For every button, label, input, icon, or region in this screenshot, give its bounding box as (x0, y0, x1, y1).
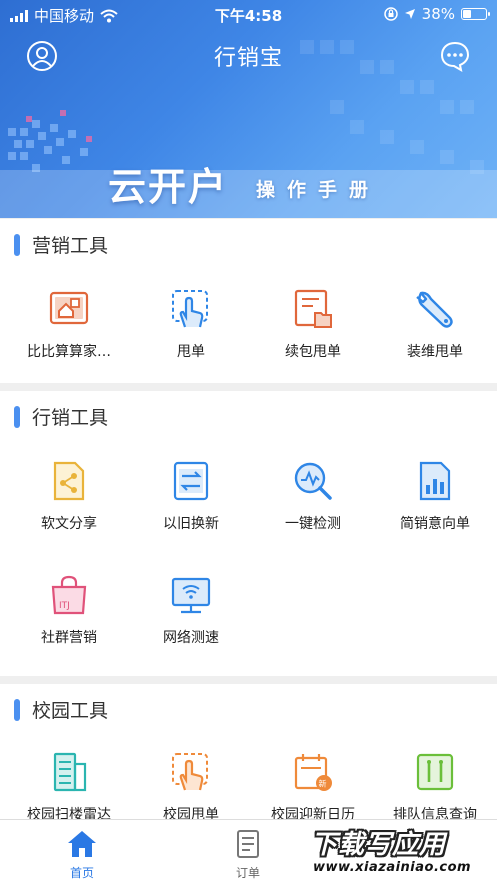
exchange-icon (173, 461, 209, 501)
tool-label: 软文分享 (41, 516, 97, 532)
tool-label: 一键检测 (285, 516, 341, 532)
banner-title: 云开户 (108, 165, 229, 209)
section-marketing-tools: 营销工具 比比算算家… 甩单 续包甩单 装维甩单 (0, 219, 497, 383)
section-accent-bar (14, 405, 20, 428)
magnifier-pulse-icon (294, 462, 332, 500)
tool-item-saolou[interactable]: 校园扫楼雷达 (7, 750, 131, 824)
watermark: 下载写应用 www.xiazainiao.com (303, 822, 493, 880)
rotation-lock-icon (383, 7, 398, 21)
wrench-icon (416, 291, 453, 328)
tool-item-jiance[interactable]: 一键检测 (251, 459, 375, 533)
status-bar: 中国移动 下午4:58 38% (0, 0, 497, 28)
message-icon[interactable] (439, 40, 471, 72)
tool-item-yijiu[interactable]: 以旧换新 (129, 459, 253, 533)
tool-label: 简销意向单 (400, 516, 470, 532)
tab-label: 首页 (69, 866, 94, 880)
tab-orders[interactable]: 订单 (188, 828, 308, 881)
page-title: 行销宝 (213, 46, 283, 71)
monitor-wifi-icon (171, 577, 211, 614)
section-sales-tools: 行销工具 软文分享 以旧换新 一键检测 简销意向单 ITJ 社群营销 网络测速 (0, 391, 497, 676)
calendar-new-icon: 新 (294, 754, 332, 791)
battery-percent: 38% (421, 5, 455, 23)
tool-item-bibi[interactable]: 比比算算家… (7, 287, 131, 361)
section-accent-bar (14, 698, 20, 721)
tool-item-zhuangwei[interactable]: 装维甩单 (373, 287, 497, 361)
tool-item-jianxiao[interactable]: 简销意向单 (373, 459, 497, 533)
tool-label: 社群营销 (41, 630, 97, 646)
tool-item-xiaoyuan-shuaidan[interactable]: 校园甩单 (129, 750, 253, 824)
document-folder-icon (294, 289, 332, 328)
section-header: 校园工具 (14, 696, 108, 723)
status-right: 38% (383, 5, 490, 23)
tab-label: 订单 (235, 866, 260, 880)
building-icon (53, 752, 87, 792)
tool-label: 续包甩单 (285, 344, 341, 360)
banner-subtitle: 操作手册 (256, 179, 381, 201)
battery-fill (463, 10, 471, 18)
share-doc-icon (53, 461, 85, 501)
battery-icon (461, 8, 490, 20)
svg-text:新: 新 (319, 779, 327, 789)
tab-home[interactable]: 首页 (22, 828, 142, 881)
tool-item-yingxin[interactable]: 新 校园迎新日历 (251, 750, 375, 824)
section-campus-tools: 校园工具 校园扫楼雷达 校园甩单 新 校园迎新日历 排队信息查询 (0, 684, 497, 824)
section-header: 行销工具 (14, 403, 108, 430)
location-icon (404, 9, 415, 19)
section-title: 校园工具 (32, 700, 109, 722)
tool-label: 比比算算家… (27, 344, 111, 360)
hand-tap-icon (172, 753, 208, 791)
tool-label: 以旧换新 (163, 516, 219, 532)
tool-label: 甩单 (177, 344, 205, 360)
tool-label: 装维甩单 (407, 344, 463, 360)
nav-bar: 行销宝 (0, 30, 497, 80)
watermark-url: www.xiazainiao.com (313, 860, 472, 875)
order-list-icon (237, 830, 259, 858)
hand-tap-icon (172, 290, 208, 328)
tool-label: 网络测速 (163, 630, 219, 646)
tool-item-shequn[interactable]: ITJ 社群营销 (7, 573, 131, 647)
tool-item-cesu[interactable]: 网络测速 (129, 573, 253, 647)
hero-banner[interactable]: 中国移动 下午4:58 38% 行销宝 云开户 操作手册 (0, 0, 497, 218)
shopping-bag-icon: ITJ (51, 575, 87, 615)
house-calc-icon (49, 291, 89, 325)
section-title: 营销工具 (32, 235, 109, 257)
tool-item-shuaidan[interactable]: 甩单 (129, 287, 253, 361)
home-icon (68, 831, 96, 857)
svg-text:ITJ: ITJ (59, 601, 70, 611)
chart-doc-icon (419, 461, 451, 501)
tool-item-xubao[interactable]: 续包甩单 (251, 287, 375, 361)
section-header: 营销工具 (14, 231, 108, 258)
queue-icon (416, 753, 454, 791)
tool-item-ruanwen[interactable]: 软文分享 (7, 459, 131, 533)
tool-item-paidui[interactable]: 排队信息查询 (373, 750, 497, 824)
watermark-title: 下载写应用 (311, 830, 447, 860)
section-title: 行销工具 (32, 407, 109, 429)
section-accent-bar (14, 233, 20, 256)
